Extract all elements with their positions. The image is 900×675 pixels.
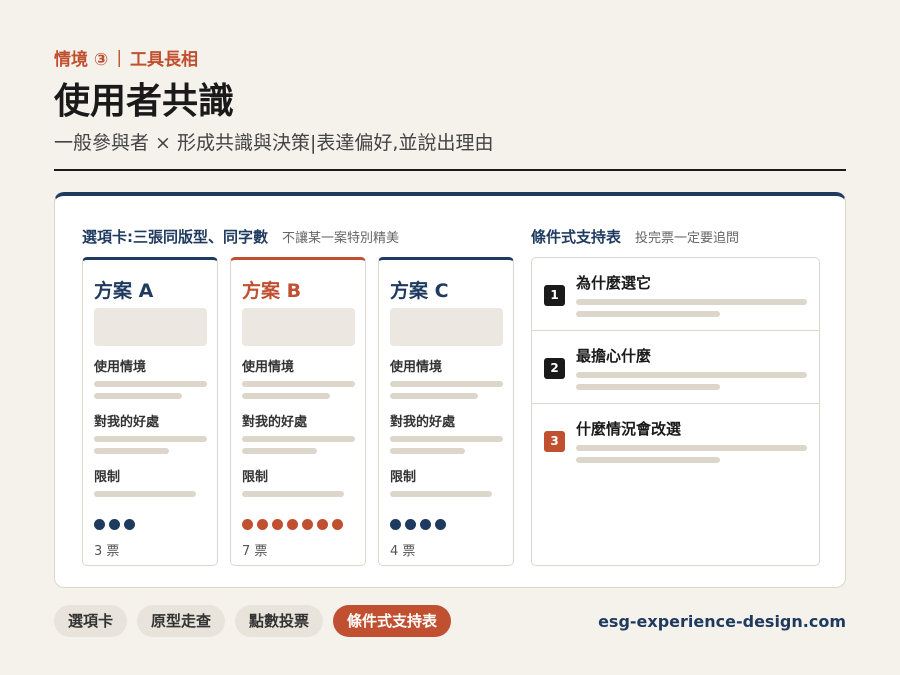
- vote-dot: [124, 519, 135, 530]
- card-context-label: 使用情境: [390, 360, 443, 375]
- option-cards: 方案 A 使用情境 對我的好處 限制 3 票 方案 B 使用情境 對我的好處 限…: [82, 257, 514, 566]
- placeholder-line: [390, 448, 465, 454]
- row-question: 最擔心什麼: [576, 347, 652, 365]
- page-subtitle: 一般參與者 × 形成共識與決策|表達偏好,並說出理由: [54, 132, 494, 154]
- eyebrow-topic: 工具長相: [130, 50, 199, 70]
- eyebrow-separator: |: [116, 47, 123, 68]
- site-url: esg-experience-design.com: [598, 612, 846, 631]
- card-title: 方案 B: [242, 280, 302, 302]
- placeholder-line: [576, 311, 720, 317]
- placeholder-line: [94, 393, 182, 399]
- conditional-support-table: 1 為什麼選它 2 最擔心什麼 3 什麼情況會改選: [531, 257, 820, 566]
- support-row[interactable]: 1 為什麼選它: [532, 258, 819, 331]
- row-number-badge: 3: [544, 431, 565, 452]
- placeholder-line: [390, 381, 503, 387]
- placeholder-line: [94, 436, 207, 442]
- vote-count: 3 票: [94, 544, 120, 559]
- eyebrow-scenario: 情境 ③: [54, 50, 109, 70]
- card-limit-label: 限制: [94, 470, 121, 485]
- row-number-badge: 2: [544, 358, 565, 379]
- placeholder-line: [242, 381, 355, 387]
- main-panel: 選項卡:三張同版型、同字數 不讓某一案特別精美 方案 A 使用情境 對我的好處 …: [54, 192, 846, 588]
- placeholder-line: [94, 491, 196, 497]
- support-row[interactable]: 3 什麼情況會改選: [532, 404, 819, 477]
- vote-dots: [242, 519, 343, 530]
- placeholder-line: [576, 384, 720, 390]
- placeholder-line: [242, 393, 330, 399]
- vote-dot: [257, 519, 268, 530]
- card-title: 方案 A: [94, 280, 154, 302]
- row-question: 什麼情況會改選: [576, 420, 682, 438]
- placeholder-line: [576, 372, 807, 378]
- options-section-note: 不讓某一案特別精美: [282, 231, 400, 246]
- options-section-header: 選項卡:三張同版型、同字數 不讓某一案特別精美: [82, 226, 399, 247]
- vote-dot: [272, 519, 283, 530]
- options-section-heading: 選項卡:三張同版型、同字數: [82, 228, 268, 246]
- tab-option-cards[interactable]: 選項卡: [54, 605, 128, 637]
- option-card-a[interactable]: 方案 A 使用情境 對我的好處 限制 3 票: [82, 257, 218, 566]
- vote-count: 7 票: [242, 544, 268, 559]
- option-card-b[interactable]: 方案 B 使用情境 對我的好處 限制 7 票: [230, 257, 366, 566]
- eyebrow: 情境 ③ | 工具長相: [54, 45, 199, 71]
- vote-dots: [390, 519, 446, 530]
- placeholder-line: [390, 393, 478, 399]
- card-context-label: 使用情境: [94, 360, 147, 375]
- vote-dot: [109, 519, 120, 530]
- tab-dot-voting[interactable]: 點數投票: [235, 605, 324, 637]
- placeholder-line: [94, 381, 207, 387]
- tab-conditional-support[interactable]: 條件式支持表: [333, 605, 452, 637]
- support-table-heading: 條件式支持表: [531, 228, 622, 246]
- support-table-header: 條件式支持表 投完票一定要追問: [531, 226, 739, 247]
- vote-dots: [94, 519, 135, 530]
- card-limit-label: 限制: [390, 470, 417, 485]
- card-title: 方案 C: [390, 280, 449, 302]
- header-divider: [54, 169, 846, 171]
- placeholder-line: [242, 436, 355, 442]
- method-tabs: 選項卡 原型走查 點數投票 條件式支持表: [54, 605, 452, 637]
- card-benefit-label: 對我的好處: [94, 415, 160, 430]
- placeholder-line: [390, 436, 503, 442]
- card-image-placeholder: [390, 308, 503, 346]
- placeholder-line: [390, 491, 492, 497]
- row-number-badge: 1: [544, 285, 565, 306]
- vote-count: 4 票: [390, 544, 416, 559]
- tab-prototype-walkthrough[interactable]: 原型走查: [137, 605, 226, 637]
- placeholder-line: [576, 299, 807, 305]
- support-row[interactable]: 2 最擔心什麼: [532, 331, 819, 404]
- vote-dot: [242, 519, 253, 530]
- vote-dot: [287, 519, 298, 530]
- option-card-c[interactable]: 方案 C 使用情境 對我的好處 限制 4 票: [378, 257, 514, 566]
- card-image-placeholder: [242, 308, 355, 346]
- vote-dot: [94, 519, 105, 530]
- card-image-placeholder: [94, 308, 207, 346]
- vote-dot: [317, 519, 328, 530]
- vote-dot: [420, 519, 431, 530]
- support-table-note: 投完票一定要追問: [635, 231, 740, 246]
- page-title: 使用者共識: [54, 81, 235, 122]
- vote-dot: [302, 519, 313, 530]
- placeholder-line: [576, 457, 720, 463]
- card-benefit-label: 對我的好處: [390, 415, 456, 430]
- card-benefit-label: 對我的好處: [242, 415, 308, 430]
- placeholder-line: [242, 491, 344, 497]
- vote-dot: [435, 519, 446, 530]
- placeholder-line: [242, 448, 317, 454]
- vote-dot: [332, 519, 343, 530]
- placeholder-line: [94, 448, 169, 454]
- card-context-label: 使用情境: [242, 360, 295, 375]
- card-limit-label: 限制: [242, 470, 269, 485]
- vote-dot: [405, 519, 416, 530]
- placeholder-line: [576, 445, 807, 451]
- row-question: 為什麼選它: [576, 274, 652, 292]
- vote-dot: [390, 519, 401, 530]
